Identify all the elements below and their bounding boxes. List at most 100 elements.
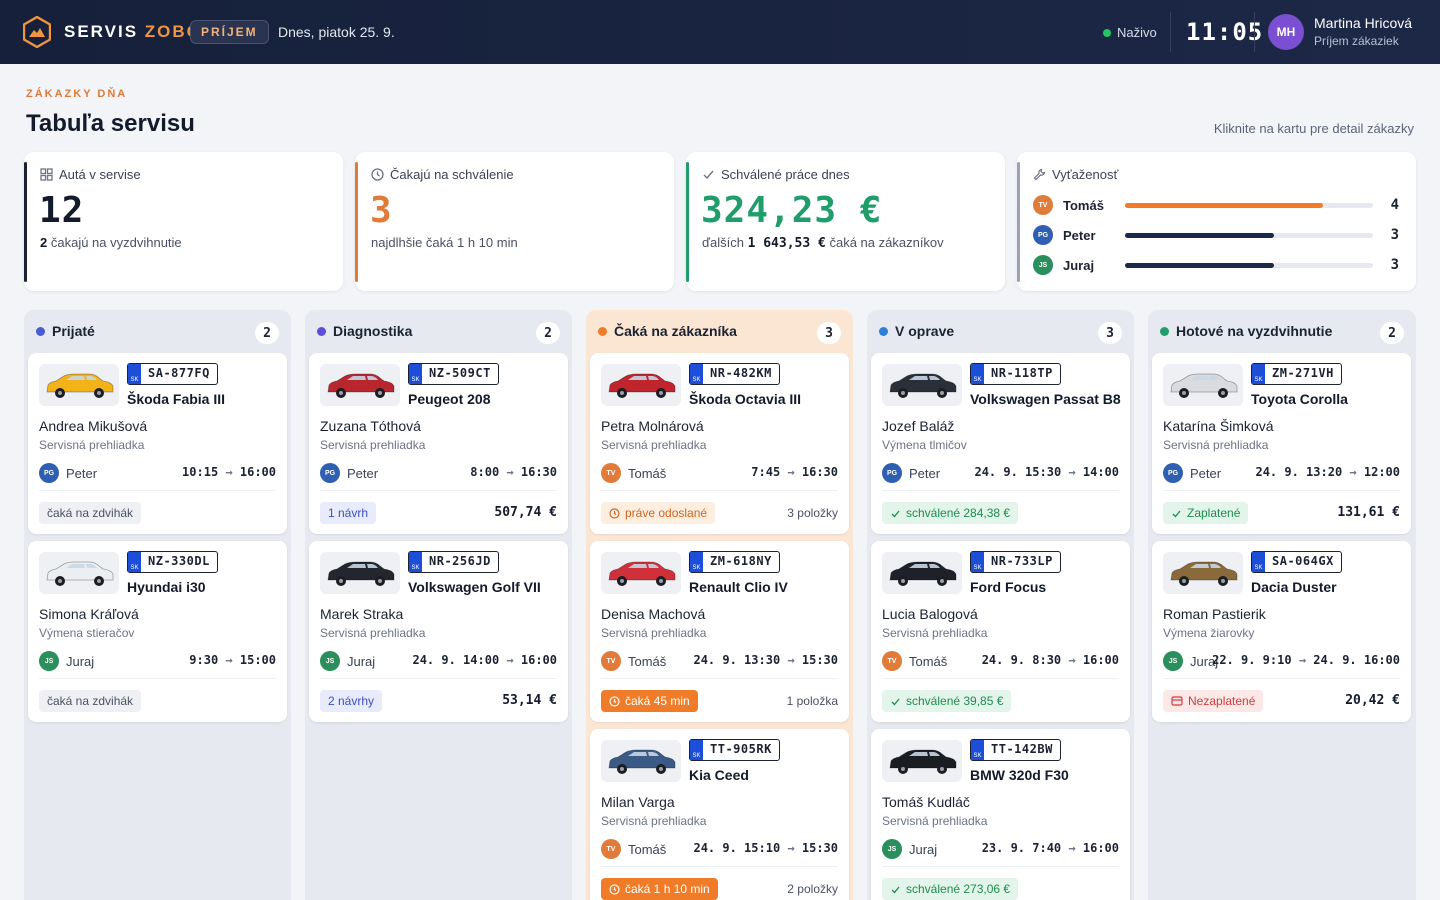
service-type: Výmena žiarovky bbox=[1163, 626, 1255, 640]
divider bbox=[1170, 12, 1171, 52]
status-dot-icon bbox=[317, 326, 326, 336]
car-model: Dacia Duster bbox=[1251, 579, 1337, 595]
assigned-technician: TV Tomáš bbox=[601, 651, 666, 671]
car-icon bbox=[608, 749, 676, 774]
customer-name: Tomáš Kudláč bbox=[882, 794, 970, 810]
car-image bbox=[39, 552, 119, 594]
status-chip: čaká 1 h 10 min bbox=[601, 878, 718, 900]
arrow-right-icon: → bbox=[1298, 653, 1307, 667]
eu-flag-icon: SK bbox=[971, 364, 984, 384]
job-card[interactable]: SK ZM-271VH Toyota Corolla Katarína Šimková… bbox=[1152, 353, 1411, 534]
job-card[interactable]: SK TT-905RK Kia Ceed Milan Varga Servisná pr… bbox=[590, 729, 849, 900]
technician-avatar: JS bbox=[1033, 255, 1053, 275]
status-chip: čaká na zdvihák bbox=[39, 502, 142, 524]
column-count: 3 bbox=[817, 322, 841, 344]
car-icon bbox=[889, 749, 957, 774]
column-count: 2 bbox=[536, 322, 560, 344]
car-model: BMW 320d F30 bbox=[970, 767, 1069, 783]
job-card[interactable]: SK NR-733LP Ford Focus Lucia Balogová Servis… bbox=[871, 541, 1130, 722]
top-bar: SERVIS ZOBOR PRÍJEM Dnes, piatok 25. 9. … bbox=[0, 0, 1440, 64]
job-card[interactable]: SK ZM-618NY Renault Clio IV Denisa Machová S… bbox=[590, 541, 849, 722]
technician-name: Peter bbox=[1063, 227, 1096, 243]
wrench-icon bbox=[1033, 168, 1046, 181]
column-title: Hotové na vyzdvihnutie bbox=[1160, 323, 1332, 339]
column-title: Čaká na zákazníka bbox=[598, 323, 737, 339]
technician-avatar: TV bbox=[601, 651, 621, 671]
service-type: Servisná prehliadka bbox=[39, 438, 145, 452]
eu-flag-icon: SK bbox=[1252, 364, 1265, 384]
time-range: 8:00 → 16:30 bbox=[470, 465, 557, 479]
job-card[interactable]: SK SA-064GX Dacia Duster Roman Pastierik Vým… bbox=[1152, 541, 1411, 722]
clock-icon bbox=[371, 168, 384, 181]
status-chip: schválené 273,06 € bbox=[882, 878, 1019, 900]
license-plate: SK ZM-618NY bbox=[689, 551, 780, 573]
technician-avatar: PG bbox=[39, 463, 59, 483]
live-status: Naživo bbox=[1103, 25, 1157, 40]
car-model: Peugeot 208 bbox=[408, 391, 491, 407]
license-plate: SK TT-142BW bbox=[970, 739, 1061, 761]
kpi-cars-in-service: Autá v servise 12 2 čakajú na vyzdvihnut… bbox=[24, 152, 343, 291]
divider bbox=[320, 678, 557, 679]
eu-flag-icon: SK bbox=[690, 740, 703, 760]
job-card[interactable]: SK NZ-509CT Peugeot 208 Zuzana Tóthová Servi… bbox=[309, 353, 568, 534]
technician-avatar: PG bbox=[882, 463, 902, 483]
arrow-right-icon: → bbox=[1068, 841, 1076, 855]
customer-name: Milan Varga bbox=[601, 794, 675, 810]
car-model: Škoda Octavia III bbox=[689, 391, 802, 407]
car-icon bbox=[889, 561, 957, 586]
page-hint: Kliknite na kartu pre detail zákazky bbox=[1213, 121, 1414, 136]
order-amount: 131,61 € bbox=[1337, 505, 1400, 520]
car-icon bbox=[46, 561, 114, 586]
technician-avatar: JS bbox=[1163, 651, 1183, 671]
column-0: Prijaté 2 SK SA-877FQ Škoda Fabia III Andrea … bbox=[24, 310, 291, 900]
assigned-technician: JS Juraj bbox=[882, 839, 937, 859]
service-type: Servisná prehliadka bbox=[882, 814, 988, 828]
car-model: Toyota Corolla bbox=[1251, 391, 1348, 407]
service-type: Servisná prehliadka bbox=[601, 438, 707, 452]
license-plate: SK TT-905RK bbox=[689, 739, 780, 761]
divider bbox=[882, 678, 1119, 679]
user-avatar[interactable]: MH bbox=[1268, 14, 1304, 50]
license-plate: SK NR-118TP bbox=[970, 363, 1061, 385]
mountain-logo-icon bbox=[23, 16, 51, 48]
time-range: 24. 9. 15:10 → 15:30 bbox=[693, 841, 838, 855]
arrow-right-icon: → bbox=[225, 653, 233, 667]
live-dot-icon bbox=[1103, 28, 1111, 37]
car-icon bbox=[889, 373, 957, 398]
divider bbox=[601, 490, 838, 491]
order-amount: 53,14 € bbox=[502, 693, 557, 708]
service-type: Servisná prehliadka bbox=[882, 626, 988, 640]
time-range: 23. 9. 7:40 → 16:00 bbox=[981, 841, 1119, 855]
customer-name: Katarína Šimková bbox=[1163, 418, 1274, 434]
workload-bar bbox=[1125, 232, 1373, 238]
divider bbox=[39, 678, 276, 679]
job-card[interactable]: SK NR-118TP Volkswagen Passat B8 Jozef Balá… bbox=[871, 353, 1130, 534]
items-count: 3 položky bbox=[787, 506, 838, 520]
status-dot-icon bbox=[36, 326, 45, 336]
divider bbox=[1163, 490, 1400, 491]
check-icon bbox=[891, 510, 900, 517]
divider bbox=[601, 866, 838, 867]
clock-icon bbox=[609, 695, 620, 707]
car-model: Volkswagen Golf VII bbox=[408, 579, 541, 595]
license-plate: SK NR-482KM bbox=[689, 363, 780, 385]
time-range: 22. 9. 9:10 → 24. 9. 16:00 bbox=[1212, 653, 1400, 667]
workload-bar bbox=[1125, 202, 1373, 208]
time-range: 9:30 → 15:00 bbox=[189, 653, 276, 667]
job-card[interactable]: SK TT-142BW BMW 320d F30 Tomáš Kudláč Servis… bbox=[871, 729, 1130, 900]
workload-row: JS Juraj 3 bbox=[1033, 254, 1399, 276]
customer-name: Denisa Machová bbox=[601, 606, 706, 622]
job-card[interactable]: SK SA-877FQ Škoda Fabia III Andrea Mikušová… bbox=[28, 353, 287, 534]
customer-name: Roman Pastierik bbox=[1163, 606, 1266, 622]
arrow-right-icon: → bbox=[225, 465, 233, 479]
column-title: V oprave bbox=[879, 323, 954, 339]
user-name[interactable]: Martina Hricová bbox=[1314, 15, 1412, 31]
workload-bar-fill bbox=[1125, 262, 1274, 268]
job-card[interactable]: SK NZ-330DL Hyundai i30 Simona Kráľová Výmen… bbox=[28, 541, 287, 722]
technician-avatar: TV bbox=[1033, 195, 1053, 215]
customer-name: Zuzana Tóthová bbox=[320, 418, 421, 434]
license-plate: SK ZM-271VH bbox=[1251, 363, 1342, 385]
job-card[interactable]: SK NR-256JD Volkswagen Golf VII Marek Strak… bbox=[309, 541, 568, 722]
job-card[interactable]: SK NR-482KM Škoda Octavia III Petra Molnáro… bbox=[590, 353, 849, 534]
kpi-pending-sub: najdlhšie čaká 1 h 10 min bbox=[371, 235, 518, 250]
